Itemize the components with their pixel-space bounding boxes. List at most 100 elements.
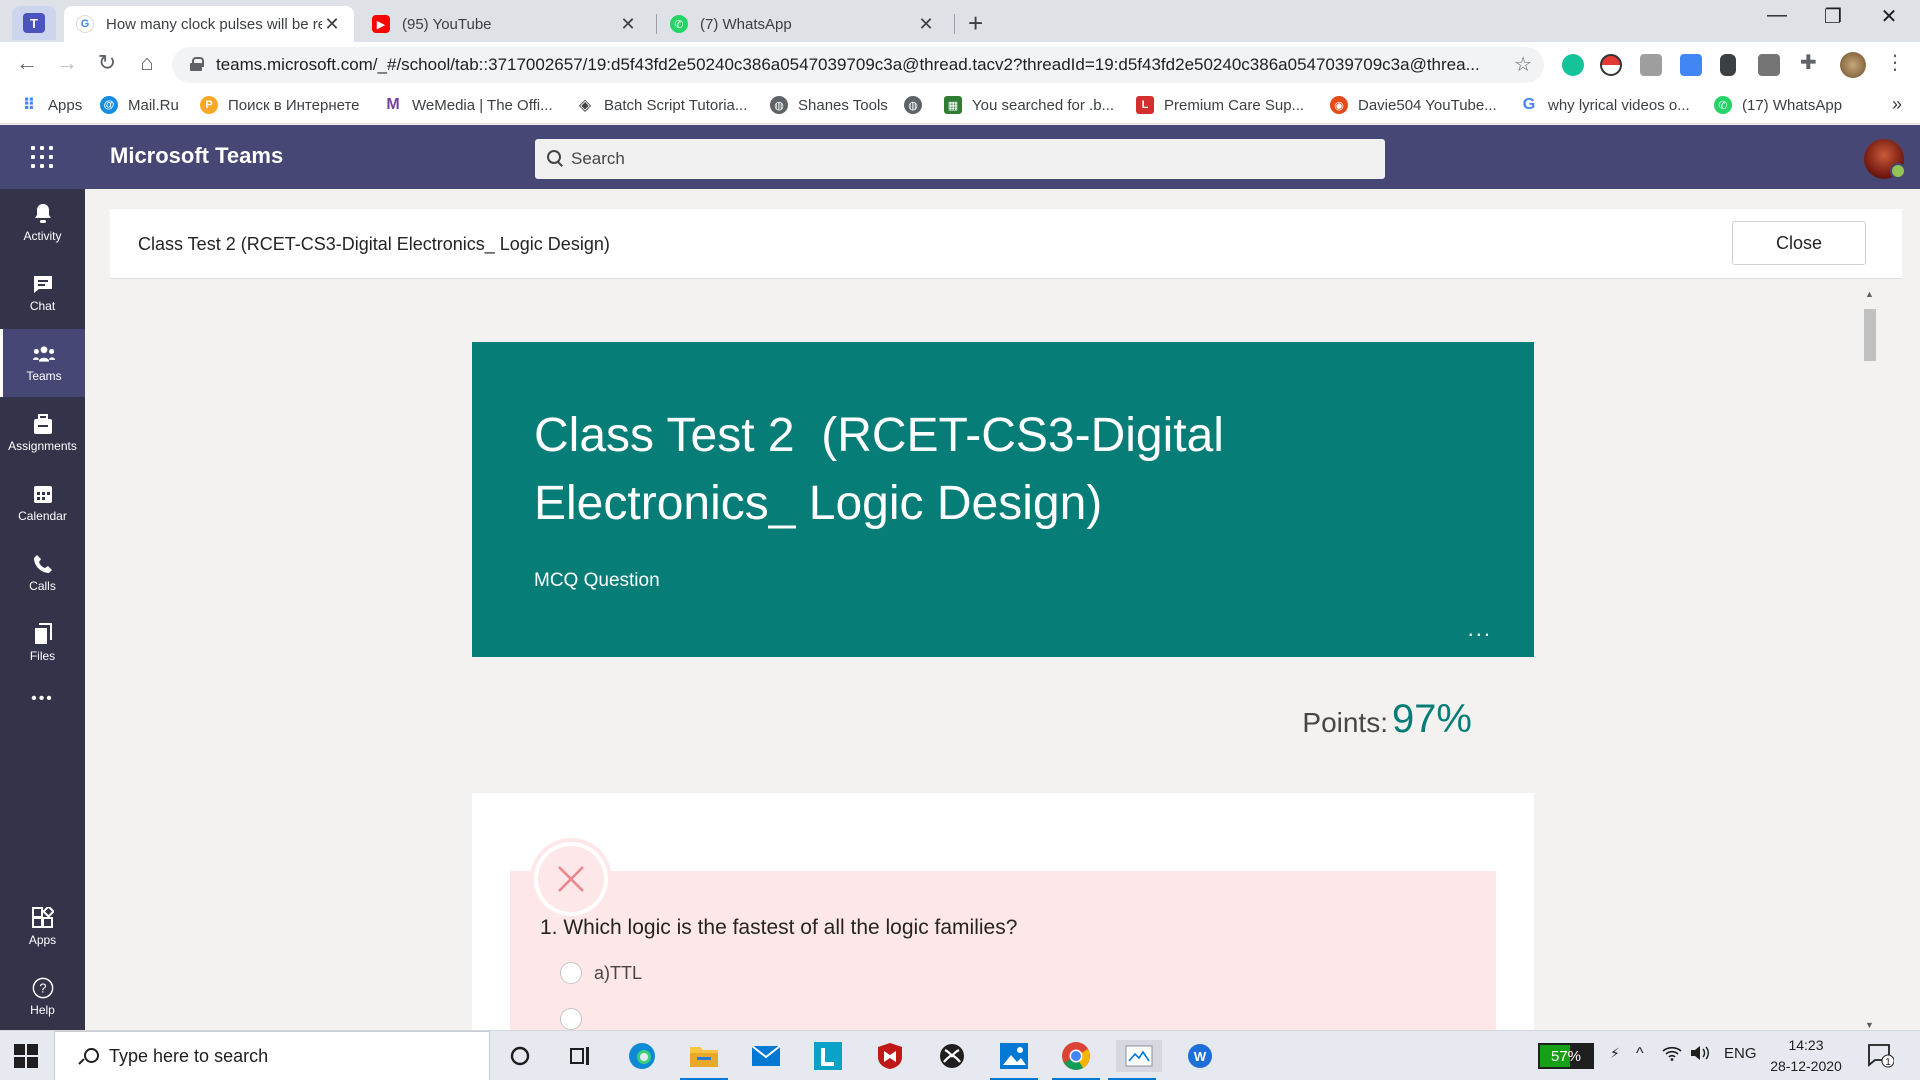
- bookmark-batch-script[interactable]: ◈ Batch Script Tutoria...: [576, 96, 748, 115]
- browser-tab-strip: T G How many clock pulses will be re ✕ ▶…: [0, 0, 1920, 42]
- user-avatar[interactable]: [1864, 139, 1906, 179]
- xbox-icon[interactable]: [936, 1040, 968, 1072]
- cortana-icon[interactable]: [504, 1040, 536, 1072]
- radio-button[interactable]: [560, 1008, 582, 1030]
- rail-item-apps[interactable]: Apps: [0, 893, 85, 961]
- photos-icon[interactable]: [990, 1040, 1038, 1080]
- close-window-button[interactable]: ✕: [1866, 4, 1912, 29]
- bookmark-shanes-tools[interactable]: ◍ Shanes Tools: [770, 96, 888, 114]
- search-box[interactable]: [535, 139, 1385, 179]
- notification-center-icon[interactable]: 1: [1866, 1041, 1895, 1073]
- browser-tab-google[interactable]: G How many clock pulses will be re ✕: [64, 6, 354, 42]
- rail-item-help[interactable]: ? Help: [0, 963, 85, 1031]
- mcafee-icon[interactable]: [874, 1040, 906, 1072]
- bookmark-wemedia[interactable]: M WeMedia | The Offi...: [384, 96, 552, 114]
- rail-item-teams[interactable]: Teams: [0, 329, 85, 397]
- more-options-button[interactable]: ...: [1468, 618, 1492, 640]
- reload-icon[interactable]: ↻: [92, 50, 122, 76]
- rail-item-files[interactable]: Files: [0, 609, 85, 677]
- chrome-icon[interactable]: [1052, 1040, 1100, 1080]
- restore-button[interactable]: ❐: [1810, 4, 1856, 29]
- tab-label: (95) YouTube: [402, 15, 492, 33]
- url-text[interactable]: teams.microsoft.com/_#/school/tab::37170…: [216, 55, 1506, 75]
- close-button[interactable]: Close: [1732, 221, 1866, 265]
- forward-icon[interactable]: →: [52, 50, 82, 76]
- bookmark-lyrical-videos[interactable]: G why lyrical videos o...: [1520, 96, 1690, 114]
- youtube-icon: ▶: [372, 15, 390, 33]
- back-icon[interactable]: ←: [12, 50, 42, 76]
- rail-more-button[interactable]: •••: [0, 679, 85, 719]
- teams-tab-icon[interactable]: T: [12, 6, 56, 40]
- app-l-icon[interactable]: [812, 1040, 844, 1072]
- teams-header: Microsoft Teams: [0, 125, 1920, 189]
- lock-icon[interactable]: [190, 57, 204, 71]
- bookmark-whatsapp[interactable]: ✆ (17) WhatsApp: [1714, 96, 1842, 114]
- tutorial-icon: ◈: [578, 97, 592, 114]
- pokeball-extension-icon[interactable]: [1600, 54, 1622, 76]
- scroll-down-icon[interactable]: ▼: [1865, 1020, 1874, 1030]
- power-plug-icon[interactable]: ⚡: [1610, 1045, 1620, 1062]
- browser-tab-youtube[interactable]: ▶ (95) YouTube ✕: [360, 6, 650, 42]
- omnibox[interactable]: teams.microsoft.com/_#/school/tab::37170…: [172, 47, 1544, 83]
- close-tab-icon[interactable]: ✕: [618, 14, 638, 35]
- scrollbar[interactable]: ▲ ▼: [1862, 289, 1878, 1030]
- bookmarks-overflow-button[interactable]: »: [1892, 94, 1902, 115]
- input-language[interactable]: ENG: [1724, 1045, 1757, 1062]
- bookmark-globe[interactable]: ◍: [904, 96, 932, 114]
- scroll-up-icon[interactable]: ▲: [1865, 289, 1874, 299]
- radio-button[interactable]: [560, 962, 582, 984]
- mail-icon[interactable]: [750, 1040, 782, 1072]
- home-icon[interactable]: ⌂: [132, 50, 162, 76]
- extensions-puzzle-icon[interactable]: ✚: [1800, 50, 1822, 74]
- rail-item-assignments[interactable]: Assignments: [0, 399, 85, 467]
- edge-icon[interactable]: [626, 1040, 658, 1072]
- tab-label: How many clock pulses will be re: [106, 15, 322, 33]
- profile-avatar[interactable]: [1840, 52, 1866, 78]
- word-icon[interactable]: W: [1184, 1040, 1216, 1072]
- search-input[interactable]: [571, 139, 1361, 179]
- incorrect-badge: [534, 842, 608, 916]
- answer-option-partial[interactable]: [560, 1008, 594, 1030]
- snip-tool-icon[interactable]: [1108, 1040, 1162, 1080]
- windows-start-icon[interactable]: [14, 1044, 40, 1068]
- bookmark-you-searched[interactable]: ▦ You searched for .b...: [944, 96, 1114, 114]
- rail-item-activity[interactable]: Activity: [0, 189, 85, 257]
- close-tab-icon[interactable]: ✕: [322, 14, 342, 35]
- new-tab-button[interactable]: +: [968, 8, 983, 39]
- bookmark-star-icon[interactable]: ☆: [1514, 52, 1532, 77]
- chrome-menu-icon[interactable]: ⋮: [1880, 50, 1910, 75]
- points-label: Points:: [1302, 707, 1388, 738]
- taskbar-search[interactable]: Type here to search: [54, 1031, 490, 1080]
- bookmark-premium-care[interactable]: L Premium Care Sup...: [1136, 96, 1304, 114]
- rail-item-calendar[interactable]: Calendar: [0, 469, 85, 537]
- system-clock[interactable]: 14:23 28-12-2020: [1760, 1035, 1852, 1077]
- code-extension-icon[interactable]: [1758, 54, 1780, 76]
- answer-option[interactable]: a)TTL: [560, 962, 642, 984]
- form-header: Class Test 2 (RCET-CS3-Digital Electroni…: [472, 342, 1534, 657]
- battery-percent: 57%: [1550, 1047, 1582, 1065]
- scrollbar-thumb[interactable]: [1864, 309, 1876, 361]
- extension-icon[interactable]: [1640, 54, 1662, 76]
- search-icon: [79, 1048, 99, 1066]
- file-explorer-icon[interactable]: [680, 1040, 728, 1080]
- show-hidden-icons-chevron[interactable]: ^: [1636, 1045, 1644, 1063]
- question-text: 1. Which logic is the fastest of all the…: [540, 916, 1017, 940]
- lock-extension-icon[interactable]: [1720, 54, 1736, 76]
- minimize-button[interactable]: —: [1754, 4, 1800, 27]
- bookmark-davie504[interactable]: ◉ Davie504 YouTube...: [1330, 96, 1497, 114]
- rail-item-chat[interactable]: Chat: [0, 259, 85, 327]
- wifi-icon[interactable]: [1662, 1045, 1682, 1065]
- teams-icon: [33, 343, 55, 365]
- close-tab-icon[interactable]: ✕: [916, 14, 936, 35]
- bookmark-apps[interactable]: ⠿ Apps: [20, 96, 82, 115]
- rail-item-calls[interactable]: Calls: [0, 539, 85, 607]
- app-launcher-icon[interactable]: [31, 146, 53, 168]
- translate-extension-icon[interactable]: [1680, 54, 1702, 76]
- battery-indicator[interactable]: 57%: [1538, 1043, 1594, 1069]
- grammarly-extension-icon[interactable]: [1562, 54, 1584, 76]
- task-view-icon[interactable]: [564, 1040, 596, 1072]
- browser-tab-whatsapp[interactable]: ✆ (7) WhatsApp ✕: [658, 6, 948, 42]
- bookmark-mailru[interactable]: @ Mail.Ru: [100, 96, 179, 114]
- volume-icon[interactable]: [1690, 1045, 1712, 1065]
- bookmark-search[interactable]: P Поиск в Интернете: [200, 96, 360, 114]
